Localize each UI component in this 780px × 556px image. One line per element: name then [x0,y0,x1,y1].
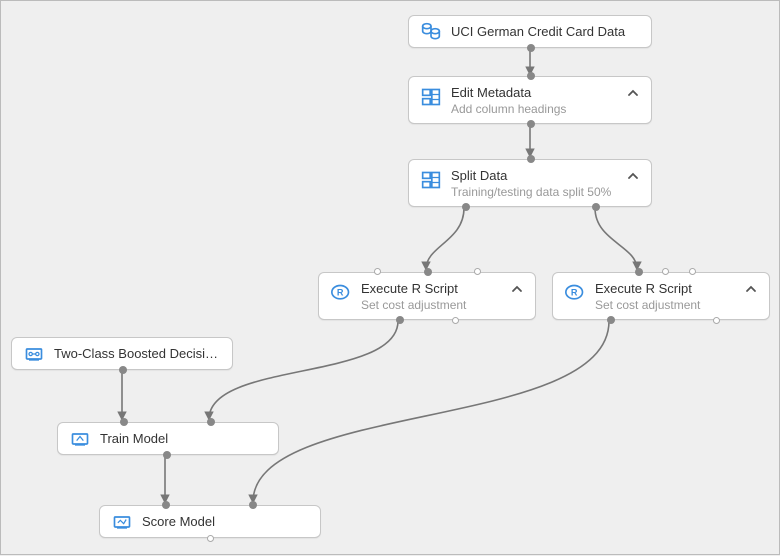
input-port-2[interactable] [249,501,257,509]
output-port[interactable] [163,451,171,459]
dataset-icon [419,20,443,44]
edge-split-to-rright [595,208,637,269]
node-score-model[interactable]: Score Model [99,505,321,538]
node-r-script-right[interactable]: R Execute R Script Set cost adjustment [552,272,770,320]
node-title: Execute R Script [595,281,737,296]
output-port-1[interactable] [607,316,615,324]
node-split-data[interactable]: Split Data Training/testing data split 5… [408,159,652,207]
r-icon: R [329,281,353,305]
input-port-1[interactable] [374,268,381,275]
input-port-2[interactable] [207,418,215,426]
input-port-3[interactable] [689,268,696,275]
node-subtitle: Add column headings [451,102,619,116]
input-port[interactable] [527,155,535,163]
input-port-1[interactable] [162,501,170,509]
node-title: Train Model [100,431,268,446]
input-port-1[interactable] [120,418,128,426]
output-port-1[interactable] [462,203,470,211]
edge-split-to-rleft [426,208,464,269]
output-port[interactable] [527,44,535,52]
node-r-script-left[interactable]: R Execute R Script Set cost adjustment [318,272,536,320]
node-subtitle: Set cost adjustment [361,298,503,312]
node-train-model[interactable]: Train Model [57,422,279,455]
node-title: Split Data [451,168,619,183]
node-title: Score Model [142,514,310,529]
node-title: Two-Class Boosted Decision... [54,346,222,361]
svg-text:R: R [571,288,578,298]
score-model-icon [110,510,134,534]
node-edit-metadata[interactable]: Edit Metadata Add column headings [408,76,652,124]
node-data-source[interactable]: UCI German Credit Card Data [408,15,652,48]
node-algorithm[interactable]: Two-Class Boosted Decision... [11,337,233,370]
train-model-icon [68,427,92,451]
input-port-2[interactable] [424,268,432,276]
node-title: Edit Metadata [451,85,619,100]
edge-rleft-to-train [209,321,398,419]
output-port[interactable] [119,366,127,374]
r-icon: R [563,281,587,305]
svg-text:R: R [337,288,344,298]
input-port-1[interactable] [635,268,643,276]
output-port[interactable] [207,535,214,542]
input-port-2[interactable] [662,268,669,275]
node-subtitle: Training/testing data split 50% [451,185,619,199]
output-port[interactable] [527,120,535,128]
collapse-icon[interactable] [509,281,525,297]
output-port-2[interactable] [713,317,720,324]
output-port-2[interactable] [452,317,459,324]
split-data-icon [419,168,443,192]
node-title: Execute R Script [361,281,503,296]
edge-rright-to-score [253,321,609,502]
output-port-1[interactable] [396,316,404,324]
node-subtitle: Set cost adjustment [595,298,737,312]
metadata-icon [419,85,443,109]
input-port-3[interactable] [474,268,481,275]
collapse-icon[interactable] [743,281,759,297]
output-port-2[interactable] [592,203,600,211]
input-port[interactable] [527,72,535,80]
collapse-icon[interactable] [625,85,641,101]
collapse-icon[interactable] [625,168,641,184]
node-title: UCI German Credit Card Data [451,24,641,39]
ml-model-icon [22,342,46,366]
